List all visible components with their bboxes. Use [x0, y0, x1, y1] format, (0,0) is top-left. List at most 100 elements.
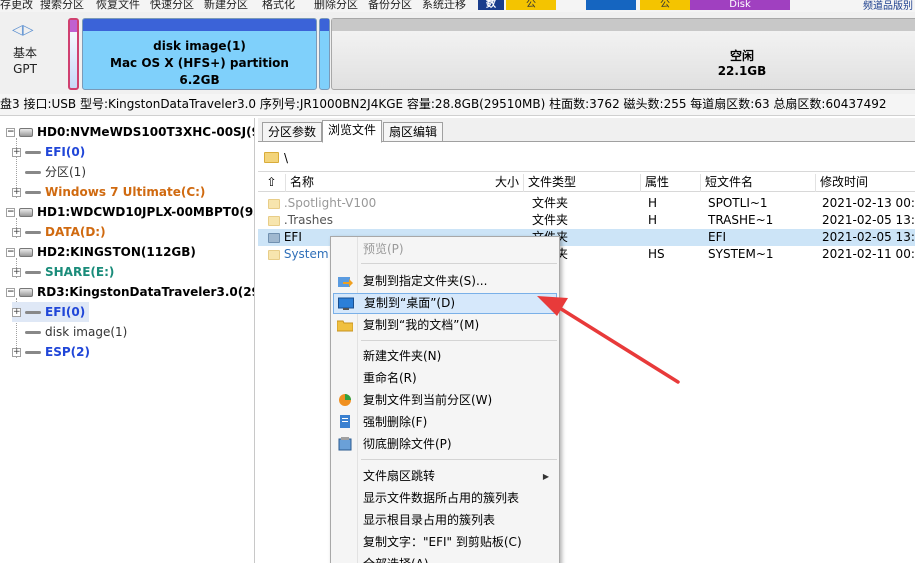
tree-partition-efi[interactable]: + EFI(0)	[12, 142, 85, 162]
column-modified[interactable]: 修改时间	[816, 174, 915, 192]
toolbar-save-button[interactable]: 存更改	[0, 0, 33, 12]
partition-block-esp[interactable]	[319, 18, 330, 90]
menu-preview[interactable]: 预览(P)	[333, 239, 557, 260]
prev-disk-icon[interactable]: ◁	[12, 22, 23, 38]
folder-icon	[268, 198, 280, 209]
expand-icon[interactable]: +	[12, 308, 21, 317]
partition-icon	[25, 149, 41, 156]
folder-icon	[268, 232, 280, 243]
toolbar-quick-partition-button[interactable]: 快速分区	[150, 0, 194, 12]
tree-disk-hd1[interactable]: −HD1:WDCWD10JPLX-00MBPT0(932G	[6, 202, 254, 222]
column-type[interactable]: 文件类型	[524, 174, 641, 192]
tab-browse-files[interactable]: 浏览文件	[322, 120, 383, 143]
partition-icon	[25, 189, 41, 196]
next-disk-icon[interactable]: ▷	[23, 22, 34, 38]
brand-logo-tile: 数	[478, 0, 504, 10]
toolbar-format-button[interactable]: 格式化	[262, 0, 295, 12]
context-menu: 预览(P) 复制到指定文件夹(S)... 复制到“桌面”(D) 复制到“我的文档…	[330, 236, 560, 563]
brand-banner-left: 公	[506, 0, 556, 10]
column-name[interactable]: 名称	[286, 174, 454, 192]
menu-file-sector-jump[interactable]: 文件扇区跳转 ▶	[333, 466, 557, 487]
up-folder-button[interactable]: ⇧	[258, 174, 286, 192]
copy-to-folder-icon	[338, 277, 353, 287]
menu-show-cluster-list[interactable]: 显示文件数据所占用的簇列表	[333, 488, 557, 509]
partition-filesystem: Mac OS X (HFS+) partition	[110, 56, 289, 70]
disk-map: ◁▷ 基本 GPT disk image(1) Mac OS X (HFS+) …	[0, 12, 915, 94]
tree-disk-hd2[interactable]: − HD2:KINGSTON(112GB)	[6, 242, 196, 262]
file-list-header: ⇧ 名称 大小 文件类型 属性 短文件名 修改时间	[258, 174, 915, 192]
partition-name: disk image(1)	[153, 39, 246, 53]
expand-icon[interactable]: +	[12, 268, 21, 277]
hard-disk-icon	[19, 128, 33, 137]
menu-select-all[interactable]: 全部选择(A)	[333, 554, 557, 563]
expand-icon[interactable]: +	[12, 228, 21, 237]
partition-icon	[25, 229, 41, 236]
disk-info-bar: 盘3 接口:USB 型号:KingstonDataTraveler3.0 序列号…	[0, 94, 915, 116]
menu-force-delete[interactable]: 强制删除(F)	[333, 412, 557, 433]
wipe-file-icon	[338, 437, 352, 451]
toolbar-system-migrate-button[interactable]: 系统迁移	[422, 0, 466, 12]
brand-banner-right: 公	[640, 0, 690, 10]
desktop-icon	[338, 297, 354, 310]
partition-icon	[25, 269, 41, 276]
tree-partition-esp[interactable]: + ESP(2)	[12, 342, 90, 362]
expand-icon[interactable]: +	[12, 188, 21, 197]
partition-icon	[25, 169, 41, 176]
partition-table-label: GPT	[13, 62, 37, 76]
file-row[interactable]: .Trashes 文件夹 H TRASHE~1 2021-02-05 13:2	[258, 212, 915, 229]
tree-partition-d[interactable]: + DATA(D:)	[12, 222, 106, 242]
partition-block-disk-image[interactable]: disk image(1) Mac OS X (HFS+) partition …	[82, 18, 317, 90]
tree-partition-e[interactable]: + SHARE(E:)	[12, 262, 114, 282]
disk-type-label: 基本	[12, 46, 37, 60]
partition-icon	[25, 349, 41, 356]
free-space-block[interactable]: 空闲 22.1GB	[331, 18, 915, 90]
disk-tree: −HD0:NVMeWDS100T3XHC-00SJ(932G +EFI(0) 分…	[0, 118, 255, 563]
collapse-icon[interactable]: −	[6, 208, 15, 217]
column-short-name[interactable]: 短文件名	[701, 174, 816, 192]
toolbar-new-partition-button[interactable]: 新建分区	[204, 0, 248, 12]
menu-copy-text-clipboard[interactable]: 复制文字："EFI" 到剪贴板(C)	[333, 532, 557, 553]
menu-copy-to-folder[interactable]: 复制到指定文件夹(S)...	[333, 271, 557, 292]
brand-banner-disk: Disk	[690, 0, 790, 10]
folder-icon	[264, 152, 279, 163]
menu-copy-to-partition[interactable]: 复制文件到当前分区(W)	[333, 390, 557, 411]
hard-disk-icon	[19, 208, 33, 217]
expand-icon[interactable]: +	[12, 348, 21, 357]
menu-rename[interactable]: 重命名(R)	[333, 368, 557, 389]
toolbar-search-partition-button[interactable]: 搜索分区	[40, 0, 84, 12]
expand-icon[interactable]: +	[12, 148, 21, 157]
toolbar-backup-partition-button[interactable]: 备份分区	[368, 0, 412, 12]
tree-partition-rd3-efi[interactable]: + EFI(0)	[12, 302, 90, 322]
tab-bar: 分区参数 浏览文件 扇区编辑	[258, 118, 915, 143]
tree-partition-c[interactable]: + Windows 7 Ultimate(C:)	[12, 182, 205, 202]
partition-size: 6.2GB	[179, 73, 220, 87]
toolbar-recover-files-button[interactable]: 恢复文件	[96, 0, 140, 12]
menu-wipe-file[interactable]: 彻底删除文件(P)	[333, 434, 557, 455]
tab-sector-editor[interactable]: 扇区编辑	[383, 122, 444, 142]
column-size[interactable]: 大小	[454, 174, 524, 192]
path-bar: \	[258, 146, 915, 172]
menu-copy-to-documents[interactable]: 复制到“我的文档”(M)	[333, 315, 557, 336]
partition-block-efi[interactable]	[68, 18, 79, 90]
disk-nav-arrows[interactable]: ◁▷	[12, 22, 34, 38]
menu-new-folder[interactable]: 新建文件夹(N)	[333, 346, 557, 367]
brand-banner-blue	[586, 0, 636, 10]
toolbar-version-link[interactable]: 频道品版别	[863, 0, 913, 12]
main-toolbar: 存更改 搜索分区 恢复文件 快速分区 新建分区 格式化 删除分区 备份分区 系统…	[0, 0, 915, 12]
diskgenius-window: 存更改 搜索分区 恢复文件 快速分区 新建分区 格式化 删除分区 备份分区 系统…	[0, 0, 915, 563]
collapse-icon[interactable]: −	[6, 248, 15, 257]
collapse-icon[interactable]: −	[6, 288, 15, 297]
tree-partition-disk-image[interactable]: disk image(1)	[12, 322, 127, 342]
collapse-icon[interactable]: −	[6, 128, 15, 137]
menu-show-root-cluster-list[interactable]: 显示根目录占用的簇列表	[333, 510, 557, 531]
tree-disk-hd0[interactable]: −HD0:NVMeWDS100T3XHC-00SJ(932G	[6, 122, 254, 142]
tab-partition-params[interactable]: 分区参数	[262, 122, 323, 142]
tree-disk-rd3[interactable]: −RD3:KingstonDataTraveler3.0(29GB)	[6, 282, 254, 302]
toolbar-delete-partition-button[interactable]: 删除分区	[314, 0, 358, 12]
hard-disk-icon	[19, 248, 33, 257]
column-attr[interactable]: 属性	[641, 174, 701, 192]
menu-copy-to-desktop[interactable]: 复制到“桌面”(D)	[333, 293, 557, 314]
up-arrow-icon[interactable]: ⇧	[266, 175, 276, 189]
tree-partition-1[interactable]: 分区(1)	[12, 162, 86, 182]
file-row[interactable]: .Spotlight-V100 文件夹 H SPOTLI~1 2021-02-1…	[258, 195, 915, 212]
